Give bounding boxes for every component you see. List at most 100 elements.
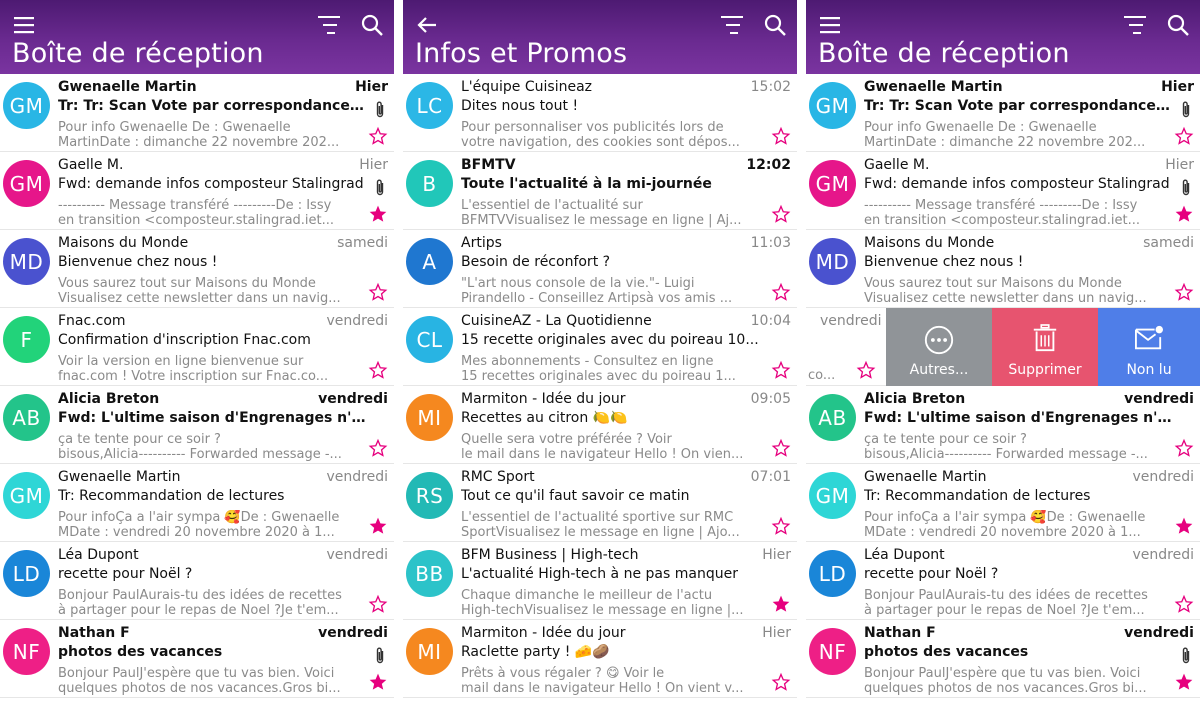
star-icon[interactable] [368,594,388,614]
arrow-left-icon[interactable] [415,14,439,36]
star-icon[interactable] [856,360,876,380]
star-icon[interactable] [771,516,791,536]
star-icon[interactable] [368,282,388,302]
star-icon[interactable] [1174,204,1194,224]
email-sender: RMC Sport [461,469,535,485]
star-icon[interactable] [1174,126,1194,146]
email-row[interactable]: CL CuisineAZ - La Quotidienne 10:04 15 rece… [403,308,797,386]
preview-line: Voir la version en ligne bienvenue sur [58,354,304,369]
email-row[interactable]: GM Gaelle M. Hier Fwd: demande infos compos… [806,152,1200,230]
hamburger-icon[interactable] [12,14,36,36]
email-date: 15:02 [750,79,791,95]
email-row[interactable]: AB Alicia Breton vendredi Fwd: L'ultime sai… [0,386,394,464]
star-icon[interactable] [771,672,791,692]
sort-icon[interactable] [1122,13,1148,37]
paperclip-icon [1180,178,1192,198]
star-icon[interactable] [1174,438,1194,458]
preview-line: Pour info Gwenaelle De : Gwenaelle [864,120,1097,135]
email-subject: Tr: Recommandation de lectures [58,488,285,504]
email-row[interactable]: NF Nathan F vendredi photos des vacances Bon… [806,620,1200,698]
email-row[interactable]: B BFMTV 12:02 Toute l'actualité à la mi-jou… [403,152,797,230]
email-subject: Fwd: demande infos composteur Stalingrad [864,176,1170,192]
email-sender: CuisineAZ - La Quotidienne [461,313,652,329]
email-sender: Gwenaelle Martin [58,469,181,485]
avatar: MI [406,394,453,441]
email-sender: L'équipe Cuisineaz [461,79,592,95]
star-icon[interactable] [771,360,791,380]
star-icon[interactable] [771,438,791,458]
star-icon[interactable] [368,672,388,692]
email-preview: Prêts à vous régaler ? 😋 Voir le mail dan… [461,666,765,696]
email-row[interactable]: GM Gwenaelle Martin Hier Tr: Tr: Scan Vote … [0,74,394,152]
email-row[interactable]: GM Gaelle M. Hier Fwd: demande infos compos… [0,152,394,230]
star-icon[interactable] [1174,594,1194,614]
star-icon[interactable] [771,204,791,224]
avatar: MD [3,238,50,285]
email-row[interactable]: BB BFM Business | High-tech Hier L'actualit… [403,542,797,620]
email-date: 07:01 [750,469,791,485]
email-row[interactable]: MI Marmiton - Idée du jour Hier Raclette pa… [403,620,797,698]
email-sender: Nathan F [864,625,936,641]
email-row[interactable]: MD Maisons du Monde samedi Bienvenue chez n… [806,230,1200,308]
email-row[interactable]: vendredi co... Autres... Supprimer Non lu [806,308,1200,386]
email-row[interactable]: MD Maisons du Monde samedi Bienvenue chez n… [0,230,394,308]
email-preview: Quelle sera votre préférée ? Voir le mail… [461,432,765,462]
email-row[interactable]: GM Gwenaelle Martin Hier Tr: Tr: Scan Vote … [806,74,1200,152]
email-preview: Bonjour PaulAurais-tu des idées de recet… [864,588,1168,618]
star-icon[interactable] [771,594,791,614]
sort-icon[interactable] [316,13,342,37]
email-date: vendredi [820,313,882,329]
email-subject: Besoin de réconfort ? [461,254,611,270]
email-row[interactable]: LD Léa Dupont vendredi recette pour Noël ? B… [0,542,394,620]
search-icon[interactable] [1166,13,1190,37]
action-label: Non lu [1126,362,1172,378]
email-subject: Bienvenue chez nous ! [864,254,1024,270]
email-preview: Vous saurez tout sur Maisons du Monde Vis… [864,276,1168,306]
email-row[interactable]: RS RMC Sport 07:01 Tout ce qu'il faut savoi… [403,464,797,542]
star-icon[interactable] [368,516,388,536]
preview-line: BFMTVVisualisez le message en ligne | Aj… [461,213,742,228]
star-icon[interactable] [1174,516,1194,536]
email-row[interactable]: LD Léa Dupont vendredi recette pour Noël ? B… [806,542,1200,620]
search-icon[interactable] [763,13,787,37]
star-icon[interactable] [1174,672,1194,692]
hamburger-icon[interactable] [818,14,842,36]
more-actions-button[interactable]: Autres... [886,308,992,386]
star-icon[interactable] [1174,282,1194,302]
star-icon[interactable] [368,438,388,458]
email-row[interactable]: LC L'équipe Cuisineaz 15:02 Dites nous tout… [403,74,797,152]
email-sender: Artips [461,235,502,251]
paperclip-icon [374,178,386,198]
star-icon[interactable] [368,204,388,224]
email-date: vendredi [326,547,389,563]
email-sender: Léa Dupont [864,547,945,563]
star-icon[interactable] [771,126,791,146]
email-row[interactable]: GM Gwenaelle Martin vendredi Tr: Recommanda… [0,464,394,542]
search-icon[interactable] [360,13,384,37]
email-row[interactable]: A Artips 11:03 Besoin de réconfort ? "L'art … [403,230,797,308]
email-date: vendredi [1124,391,1194,407]
sort-icon[interactable] [719,13,745,37]
email-row[interactable]: MI Marmiton - Idée du jour 09:05 Recettes a… [403,386,797,464]
preview-line: en transition <composteur.stalingrad.iet… [864,213,1141,228]
preview-line: en transition <composteur.stalingrad.iet… [58,213,335,228]
email-row[interactable]: AB Alicia Breton vendredi Fwd: L'ultime sai… [806,386,1200,464]
preview-line: 15 recettes originales avec du poireau 1… [461,369,736,384]
mark-unread-button[interactable]: Non lu [1098,308,1200,386]
preview-line: Bonjour PaulJ'espère que tu vas bien. Vo… [864,666,1141,681]
email-sender: BFM Business | High-tech [461,547,639,563]
star-icon[interactable] [368,126,388,146]
star-icon[interactable] [771,282,791,302]
preview-line: MartinDate : dimanche 22 novembre 202... [58,135,340,150]
email-date: samedi [337,235,388,251]
delete-button[interactable]: Supprimer [992,308,1098,386]
email-row[interactable]: F Fnac.com vendredi Confirmation d'inscript… [0,308,394,386]
star-icon[interactable] [368,360,388,380]
email-row[interactable]: GM Gwenaelle Martin vendredi Tr: Recommanda… [806,464,1200,542]
preview-line: L'essentiel de l'actualité sportive sur … [461,510,734,525]
preview-line: mail dans le navigateur Hello ! On vient… [461,681,744,696]
paperclip-icon [1180,100,1192,120]
email-preview: Pour infoÇa a l'air sympa 🥰De : Gwenaell… [58,510,362,540]
email-subject: Fwd: L'ultime saison d'Engrenages n'a... [58,410,366,426]
email-row[interactable]: NF Nathan F vendredi photos des vacances Bon… [0,620,394,698]
